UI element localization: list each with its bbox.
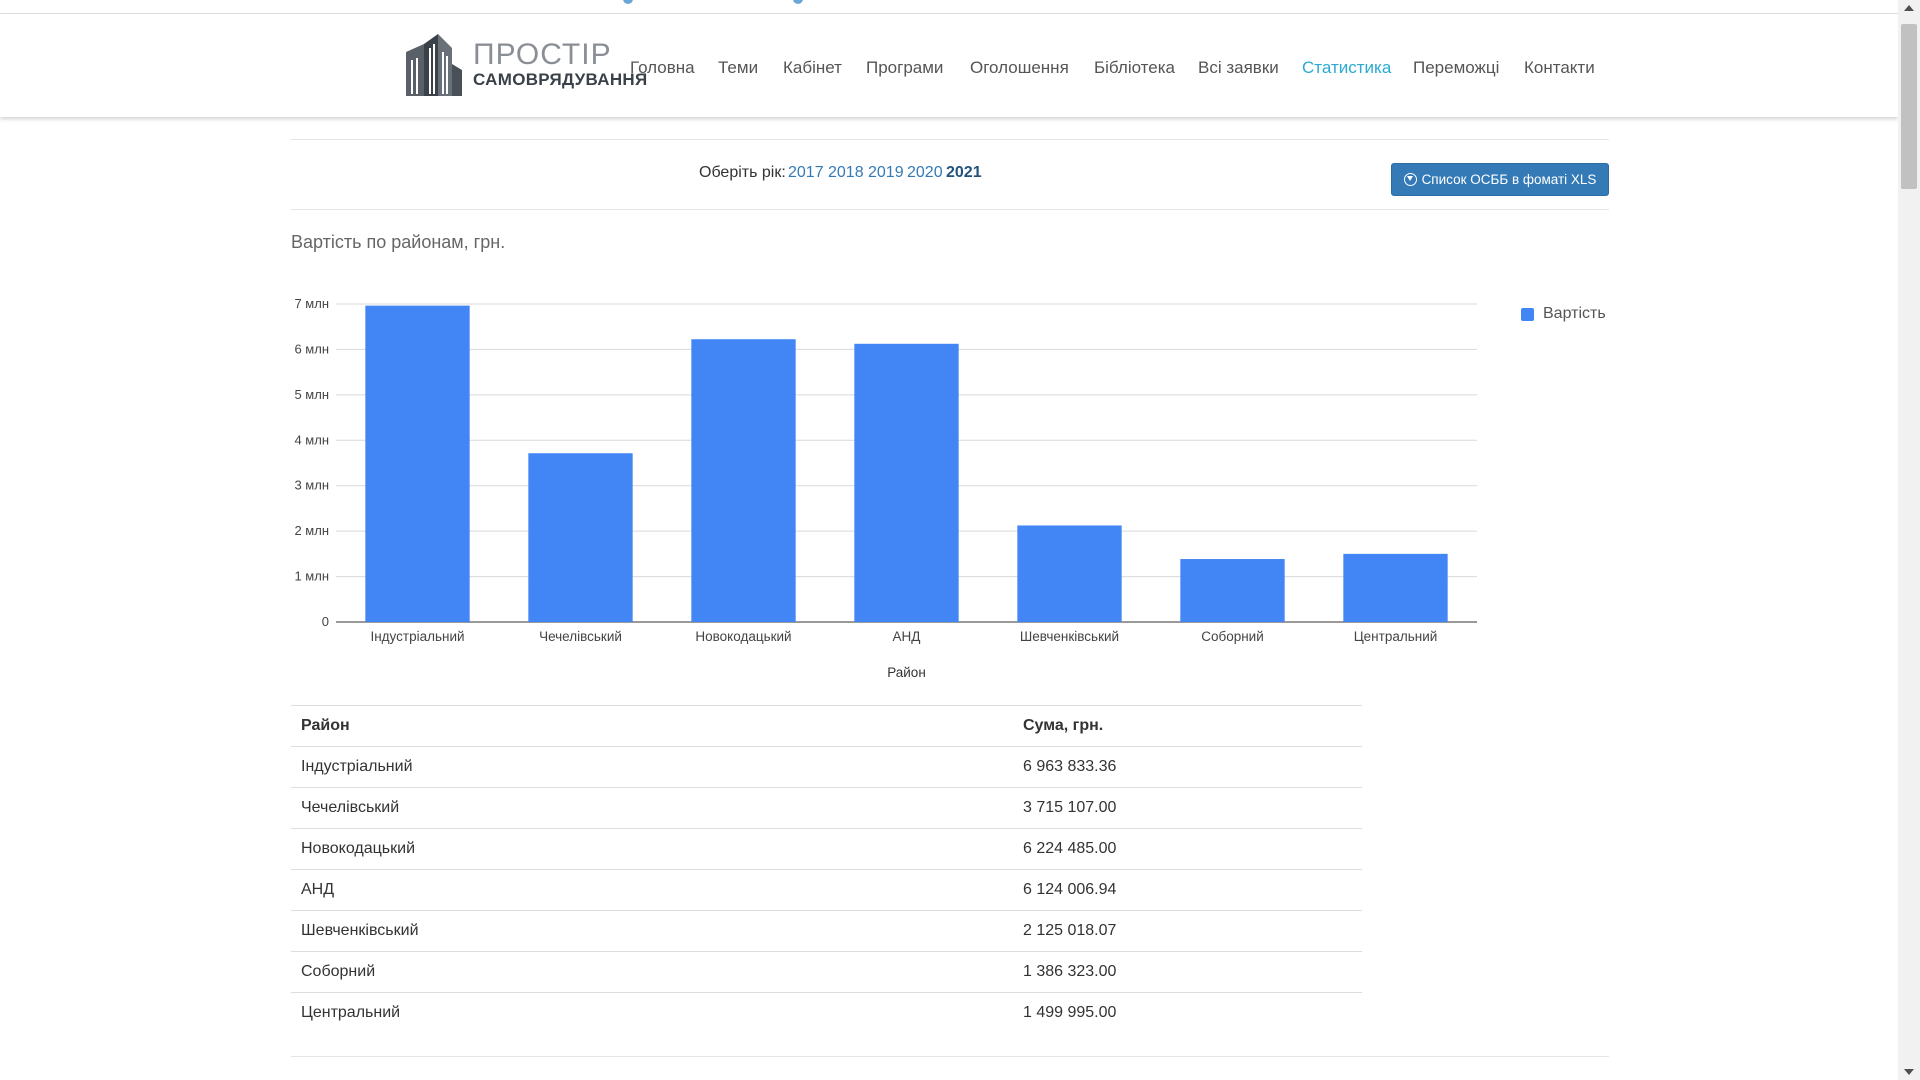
amount-cell: 1 386 323.00 xyxy=(1013,951,1362,993)
table-row: Шевченківський 2 125 018.07 xyxy=(291,910,1362,952)
chart-title: Вартість по районам, грн. xyxy=(291,232,506,252)
amount-cell: 6 963 833.36 xyxy=(1013,746,1362,788)
y-tick-label: 1 млн xyxy=(294,569,329,584)
x-tick-label: Новокодацький xyxy=(695,629,791,644)
chart-legend: Вартість xyxy=(1521,302,1606,326)
bar xyxy=(1180,559,1285,622)
nav-item-contacts[interactable]: Контакти xyxy=(1524,48,1595,88)
district-cell: Шевченківський xyxy=(291,910,1013,952)
nav-item-winners[interactable]: Переможці xyxy=(1413,48,1499,88)
x-tick-label: Індустріальний xyxy=(370,629,464,644)
download-xls-label: Список ОСББ в фоматі XLS xyxy=(1421,172,1597,187)
nav-item-home[interactable]: Головна xyxy=(630,48,695,88)
top-fragment xyxy=(623,0,633,4)
district-cell: Індустріальний xyxy=(291,746,1013,788)
bar xyxy=(528,453,633,622)
x-tick-label: Чечелівський xyxy=(539,629,622,644)
year-link-2019[interactable]: 2019 xyxy=(868,164,904,182)
bar xyxy=(691,339,796,622)
x-axis-title: Район xyxy=(887,665,926,680)
bar xyxy=(365,305,470,622)
amount-cell: 2 125 018.07 xyxy=(1013,910,1362,952)
scroll-up-icon[interactable] xyxy=(1904,5,1914,11)
column-header-amount: Сума, грн. xyxy=(1013,705,1362,747)
nav-item-topics[interactable]: Теми xyxy=(718,48,758,88)
top-strip xyxy=(0,0,1898,14)
column-header-district: Район xyxy=(291,705,1013,747)
table-row: Чечелівський 3 715 107.00 xyxy=(291,787,1362,829)
x-tick-label: Центральний xyxy=(1354,629,1438,644)
y-tick-label: 5 млн xyxy=(294,387,329,402)
main-nav: Головна Теми Кабінет Програми Оголошення… xyxy=(0,48,1898,88)
bar xyxy=(1343,553,1448,622)
divider xyxy=(291,209,1609,210)
scroll-down-icon[interactable] xyxy=(1904,1069,1914,1075)
table-row: Центральний 1 499 995.00 xyxy=(291,993,1362,1034)
y-tick-label: 3 млн xyxy=(294,478,329,493)
year-link-2020[interactable]: 2020 xyxy=(907,164,943,182)
nav-item-programs[interactable]: Програми xyxy=(866,48,943,88)
district-cell: Центральний xyxy=(301,1004,401,1022)
table-row: АНД 6 124 006.94 xyxy=(291,869,1362,911)
table-row: Соборний 1 386 323.00 xyxy=(291,951,1362,993)
district-cost-chart: 0 1 млн 2 млн 3 млн 4 млн 5 млн 6 млн 7 млн Інду… xyxy=(294,296,1477,680)
bar xyxy=(1017,525,1122,622)
nav-item-cabinet[interactable]: Кабінет xyxy=(783,48,842,88)
year-link-2017[interactable]: 2017 xyxy=(788,164,824,182)
x-tick-label: Шевченківський xyxy=(1020,629,1119,644)
amount-cell: 6 124 006.94 xyxy=(1013,869,1362,911)
download-circle-icon xyxy=(1403,173,1417,186)
download-xls-button[interactable]: Список ОСББ в фоматі XLS xyxy=(1391,163,1609,196)
legend-swatch xyxy=(1521,307,1534,321)
nav-item-statistics[interactable]: Статистика xyxy=(1302,48,1391,88)
y-tick-label: 2 млн xyxy=(294,523,329,538)
table-row: Новокодацький 6 224 485.00 xyxy=(291,828,1362,870)
amount-cell: 6 224 485.00 xyxy=(1013,828,1362,870)
bar xyxy=(854,343,959,622)
x-tick-label: АНД xyxy=(893,629,921,644)
y-tick-label: 4 млн xyxy=(294,432,329,447)
legend-label: Вартість xyxy=(1543,305,1606,322)
x-tick-label: Соборний xyxy=(1201,629,1264,644)
amount-cell: 1 499 995.00 xyxy=(1023,1004,1117,1022)
nav-item-announcements[interactable]: Оголошення xyxy=(970,48,1069,88)
nav-item-library[interactable]: Бібліотека xyxy=(1094,48,1175,88)
district-cell: АНД xyxy=(291,869,1013,911)
district-table: Район Сума, грн. Індустріальний 6 963 83… xyxy=(291,705,1362,1034)
year-link-2021[interactable]: 2021 xyxy=(946,164,982,182)
district-cell: Соборний xyxy=(291,951,1013,993)
top-fragment xyxy=(793,0,803,4)
district-cell: Чечелівський xyxy=(291,787,1013,829)
year-link-2018[interactable]: 2018 xyxy=(828,164,864,182)
divider xyxy=(291,139,1609,140)
year-selector-label: Оберіть рік: xyxy=(699,164,786,181)
amount-cell: 3 715 107.00 xyxy=(1013,787,1362,829)
district-cell: Новокодацький xyxy=(291,828,1013,870)
site-header: ПРОСТІР САМОВРЯДУВАННЯ Головна Теми Кабі… xyxy=(0,14,1898,117)
y-tick-label: 7 млн xyxy=(294,296,329,311)
y-tick-label: 0 xyxy=(322,614,329,629)
table-header-row: Район Сума, грн. xyxy=(291,705,1362,747)
nav-item-all-requests[interactable]: Всі заявки xyxy=(1198,48,1279,88)
table-row: Індустріальний 6 963 833.36 xyxy=(291,746,1362,788)
divider xyxy=(291,1056,1609,1057)
scrollbar-thumb[interactable] xyxy=(1901,24,1917,189)
vertical-scrollbar[interactable] xyxy=(1898,0,1920,1080)
y-tick-label: 6 млн xyxy=(294,341,329,356)
